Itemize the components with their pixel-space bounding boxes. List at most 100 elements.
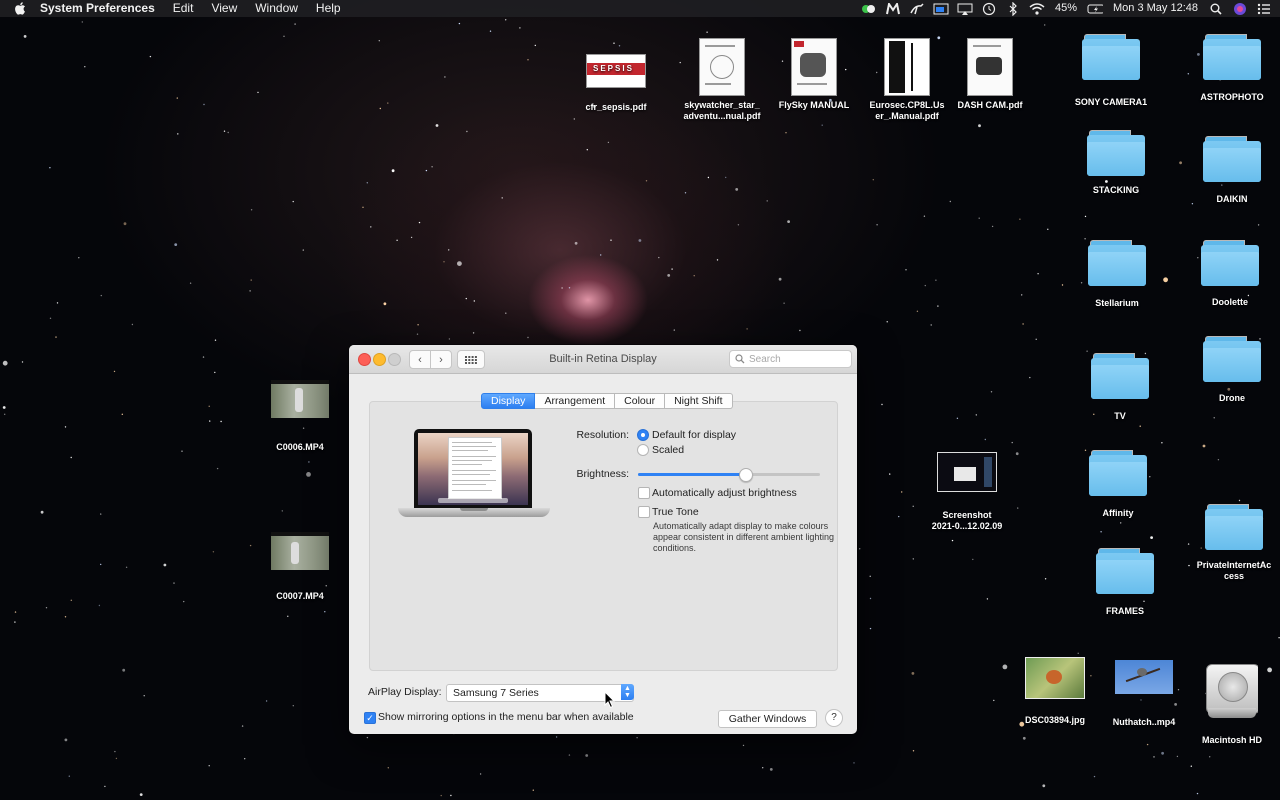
brightness-slider[interactable] — [638, 468, 820, 482]
checkmark-icon: ✓ — [366, 713, 374, 723]
menu-window[interactable]: Window — [246, 0, 307, 17]
hard-drive-icon — [1206, 664, 1258, 720]
folder-icon — [1082, 34, 1140, 80]
menu-clock[interactable]: Mon 3 May 12:48 — [1113, 0, 1198, 17]
desktop-file-nuthatch[interactable]: Nuthatch..mp4 — [1096, 660, 1192, 728]
pip-icon[interactable] — [933, 2, 949, 16]
airplay-icon[interactable] — [957, 2, 973, 16]
image-thumbnail-icon — [1025, 657, 1085, 699]
desktop-file-screenshot[interactable]: Screenshot 2021-0...12.02.09 — [919, 452, 1015, 532]
bluetooth-icon[interactable] — [1005, 1, 1021, 16]
search-field[interactable] — [729, 350, 852, 368]
folder-label: FRAMES — [1106, 606, 1144, 616]
desktop-folder-doolette[interactable]: Doolette — [1182, 240, 1278, 308]
pdf-file-icon: SEPSIS — [586, 54, 646, 88]
folder-icon — [1088, 240, 1146, 286]
apple-menu-icon[interactable] — [14, 2, 26, 16]
desktop-folder-drone[interactable]: Drone — [1184, 336, 1280, 404]
resolution-scaled-label[interactable]: Scaled — [652, 444, 684, 456]
folder-icon — [1205, 504, 1263, 550]
desktop-file-flysky[interactable]: FlySky MANUAL — [766, 38, 862, 111]
desktop-folder-stacking[interactable]: STACKING — [1068, 130, 1164, 196]
mirroring-options-checkbox[interactable]: ✓ — [364, 712, 376, 724]
desktop-file-cfr-sepsis[interactable]: SEPSIS cfr_sepsis.pdf — [568, 44, 664, 113]
tab-display[interactable]: Display — [481, 393, 536, 409]
resolution-scaled-radio[interactable] — [637, 444, 649, 456]
menu-edit[interactable]: Edit — [164, 0, 203, 17]
desktop-folder-astrophoto[interactable]: ASTROPHOTO — [1184, 34, 1280, 103]
desktop-folder-daikin[interactable]: DAIKIN — [1184, 136, 1280, 205]
menu-bar: System Preferences Edit View Window Help… — [0, 0, 1280, 17]
true-tone-label[interactable]: True Tone — [652, 506, 699, 518]
airplay-display-label: AirPlay Display: — [368, 686, 442, 698]
true-tone-checkbox[interactable] — [638, 506, 650, 518]
screenshot-thumbnail-icon — [937, 452, 997, 492]
desktop-file-c0006[interactable]: C0006.MP4 — [252, 380, 348, 453]
resolution-label: Resolution: — [576, 429, 629, 441]
kangaroo-icon[interactable] — [909, 2, 925, 16]
desktop-file-skywatcher[interactable]: skywatcher_star_ adventu...nual.pdf — [674, 38, 770, 122]
folder-label: ASTROPHOTO — [1200, 92, 1264, 102]
menu-view[interactable]: View — [202, 0, 246, 17]
bartender-icon[interactable] — [861, 2, 877, 16]
desktop-file-c0007[interactable]: C0007.MP4 — [252, 532, 348, 602]
folder-label: Doolette — [1212, 297, 1248, 307]
desktop-folder-tv[interactable]: TV — [1072, 353, 1168, 422]
desktop-folder-sony-camera1[interactable]: SONY CAMERA1 — [1063, 34, 1159, 108]
desktop-disk-macintosh-hd[interactable]: Macintosh HD — [1184, 664, 1280, 746]
file-label: Screenshot 2021-0...12.02.09 — [931, 510, 1003, 531]
folder-icon — [1091, 353, 1149, 399]
time-machine-icon[interactable] — [981, 2, 997, 16]
tab-arrangement[interactable]: Arrangement — [535, 393, 616, 409]
desktop-file-eurosec[interactable]: Eurosec.CP8L.Us er_.Manual.pdf — [859, 38, 955, 122]
battery-icon[interactable] — [1087, 2, 1103, 16]
mouse-cursor-icon — [604, 691, 616, 709]
gather-windows-button[interactable]: Gather Windows — [718, 710, 817, 728]
tab-bar: Display Arrangement Colour Night Shift — [481, 393, 733, 409]
desktop-folder-stellarium[interactable]: Stellarium — [1069, 240, 1165, 309]
notification-center-icon[interactable] — [1256, 2, 1272, 16]
menu-app-name[interactable]: System Preferences — [40, 0, 164, 17]
file-label: Eurosec.CP8L.Us er_.Manual.pdf — [869, 100, 945, 121]
menu-help[interactable]: Help — [307, 0, 350, 17]
pdf-file-icon — [884, 38, 930, 96]
tab-night-shift[interactable]: Night Shift — [665, 393, 733, 409]
resolution-default-radio[interactable] — [637, 429, 649, 441]
folder-label: Drone — [1218, 393, 1245, 403]
folder-icon — [1203, 136, 1261, 182]
auto-brightness-label[interactable]: Automatically adjust brightness — [652, 487, 797, 499]
pdf-file-icon — [967, 38, 1013, 96]
desktop-folder-frames[interactable]: FRAMES — [1077, 548, 1173, 617]
video-thumbnail-icon — [271, 380, 329, 418]
airplay-display-value: Samsung 7 Series — [453, 687, 539, 699]
desktop-file-dashcam[interactable]: DASH CAM.pdf — [942, 38, 1038, 111]
malwarebytes-icon[interactable] — [885, 2, 901, 16]
wifi-icon[interactable] — [1029, 2, 1045, 16]
desktop-folder-affinity[interactable]: Affinity — [1070, 450, 1166, 519]
folder-icon — [1201, 240, 1259, 286]
folder-label: DAIKIN — [1216, 194, 1248, 204]
folder-icon — [1096, 548, 1154, 594]
folder-label: SONY CAMERA1 — [1074, 97, 1148, 107]
file-label: Nuthatch..mp4 — [1112, 717, 1176, 727]
resolution-default-label[interactable]: Default for display — [652, 429, 736, 441]
desktop-folder-privateinternetaccess[interactable]: PrivateInternetAc cess — [1186, 504, 1280, 582]
folder-label: PrivateInternetAc cess — [1196, 560, 1272, 581]
tab-colour[interactable]: Colour — [615, 393, 666, 409]
video-thumbnail-icon — [1115, 660, 1173, 694]
folder-icon — [1089, 450, 1147, 496]
chevron-up-down-icon: ▲ ▼ — [621, 684, 634, 700]
search-input[interactable] — [747, 353, 844, 365]
pdf-file-icon — [699, 38, 745, 96]
desktop-file-dsc03894[interactable]: DSC03894.jpg — [1007, 657, 1103, 726]
help-button[interactable]: ? — [825, 709, 843, 727]
file-label: DASH CAM.pdf — [957, 100, 1023, 110]
laptop-illustration — [398, 427, 550, 523]
mirroring-options-label[interactable]: Show mirroring options in the menu bar w… — [378, 711, 634, 723]
siri-icon[interactable] — [1232, 2, 1248, 16]
brightness-label: Brightness: — [576, 468, 629, 480]
window-titlebar[interactable]: ‹ › Built-in Retina Display — [349, 345, 857, 374]
search-icon[interactable] — [1208, 2, 1224, 16]
auto-brightness-checkbox[interactable] — [638, 487, 650, 499]
file-label: DSC03894.jpg — [1024, 715, 1086, 725]
